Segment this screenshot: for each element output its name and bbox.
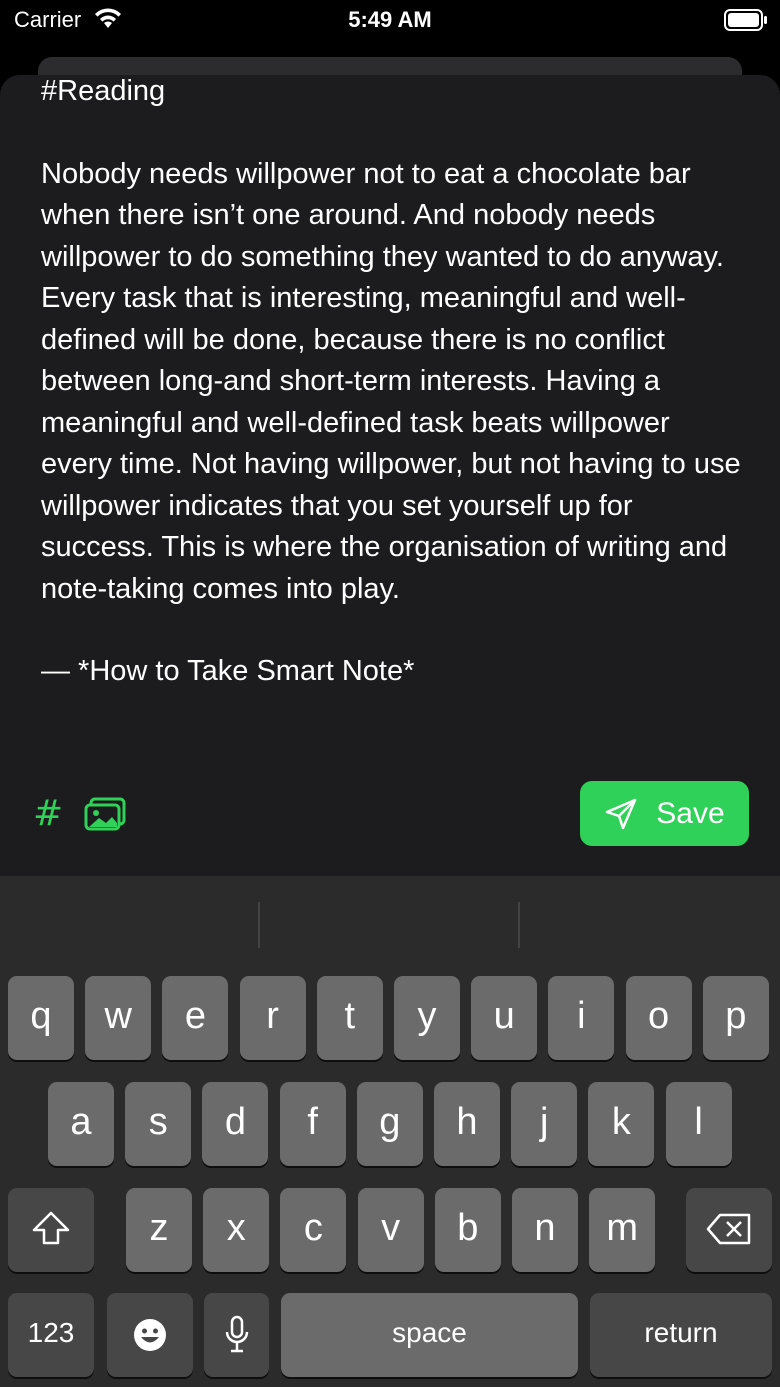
delete-key[interactable] <box>686 1188 772 1272</box>
clock: 5:49 AM <box>348 7 432 32</box>
return-key[interactable]: return <box>590 1293 772 1377</box>
key-v[interactable]: v <box>357 1188 424 1272</box>
emoji-key[interactable] <box>107 1293 193 1377</box>
numbers-key[interactable]: 123 <box>8 1293 94 1377</box>
key-o[interactable]: o <box>625 976 692 1060</box>
key-a[interactable]: a <box>48 1082 114 1166</box>
key-d[interactable]: d <box>202 1082 269 1166</box>
shift-key[interactable] <box>8 1188 94 1272</box>
key-i[interactable]: i <box>548 976 615 1060</box>
key-r[interactable]: r <box>239 976 306 1060</box>
key-k[interactable]: k <box>588 1082 655 1166</box>
keyboard: qwertyuiop asdfghjkl zxcvbnm 123 space r… <box>0 876 780 1387</box>
key-z[interactable]: z <box>126 1188 192 1272</box>
backspace-icon <box>706 1213 751 1245</box>
watermark <box>222 673 562 713</box>
battery-icon <box>724 9 768 36</box>
save-label: Save <box>656 796 725 830</box>
tag-line: #Reading <box>41 75 166 107</box>
dictation-key[interactable] <box>204 1293 269 1377</box>
key-e[interactable]: e <box>162 976 229 1060</box>
tag-button[interactable]: # <box>33 793 63 834</box>
emoji-icon <box>134 1319 166 1351</box>
compose-sheet: #Reading Nobody needs willpower not to e… <box>0 75 780 876</box>
key-t[interactable]: t <box>316 976 383 1060</box>
key-m[interactable]: m <box>589 1188 656 1272</box>
space-key[interactable]: space <box>281 1293 578 1377</box>
key-h[interactable]: h <box>434 1082 500 1166</box>
microphone-icon <box>225 1315 248 1353</box>
key-j[interactable]: j <box>511 1082 578 1166</box>
suggestion-divider <box>258 902 260 948</box>
key-w[interactable]: w <box>85 976 152 1060</box>
note-body: Nobody needs willpower not to eat a choc… <box>41 157 741 605</box>
key-q[interactable]: q <box>8 976 74 1060</box>
key-l[interactable]: l <box>665 1082 732 1166</box>
send-icon <box>606 798 637 829</box>
key-c[interactable]: c <box>280 1188 347 1272</box>
key-n[interactable]: n <box>512 1188 578 1272</box>
image-picker-icon[interactable] <box>84 797 126 836</box>
save-button[interactable]: Save <box>580 781 749 846</box>
status-bar: Carrier 5:49 AM <box>0 0 780 40</box>
key-x[interactable]: x <box>203 1188 270 1272</box>
suggestion-divider <box>518 902 520 948</box>
key-s[interactable]: s <box>125 1082 192 1166</box>
key-f[interactable]: f <box>279 1082 346 1166</box>
key-g[interactable]: g <box>356 1082 423 1166</box>
shift-icon <box>32 1211 70 1245</box>
key-b[interactable]: b <box>434 1188 501 1272</box>
key-u[interactable]: u <box>471 976 538 1060</box>
note-text-editor[interactable]: #Reading Nobody needs willpower not to e… <box>41 75 741 693</box>
key-p[interactable]: p <box>702 976 769 1060</box>
key-y[interactable]: y <box>394 976 460 1060</box>
